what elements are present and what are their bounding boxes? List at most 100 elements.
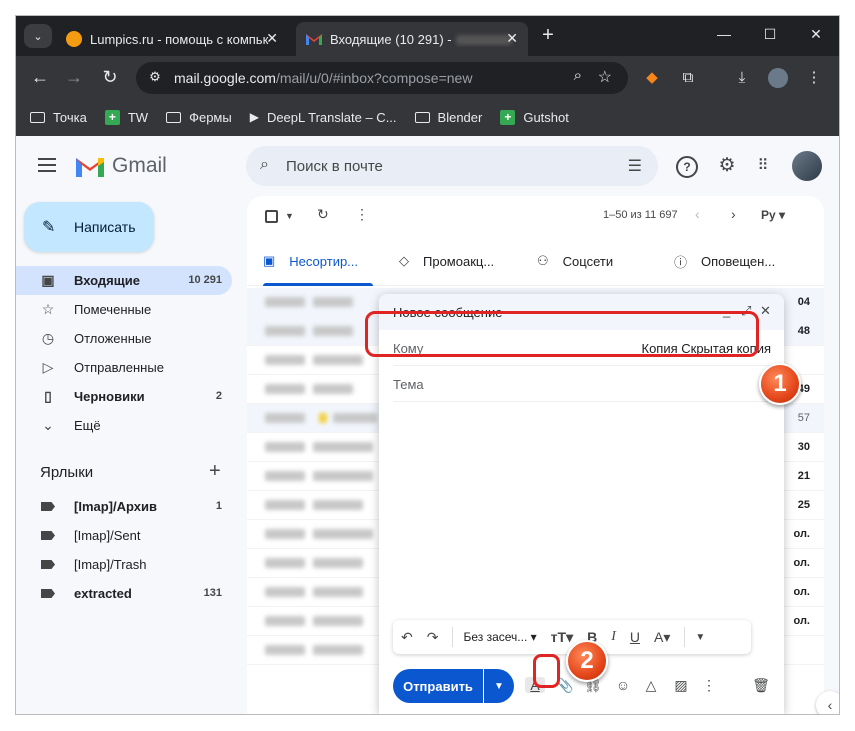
insert-photo-icon[interactable]: ▨ (671, 677, 691, 694)
metamask-icon[interactable]: ◆ (642, 68, 662, 88)
input-language-button[interactable]: Ру ▾ (761, 208, 785, 222)
prev-page-icon[interactable]: ‹ (695, 206, 700, 222)
italic-icon[interactable]: I (611, 629, 616, 645)
url-path: /mail/u/0/#inbox?compose=new (275, 70, 473, 86)
text-color-icon[interactable]: A▾ (654, 629, 670, 646)
bookmarks-bar: Точка + TW Фермы ▶ DeepL Translate – C... … (16, 98, 839, 136)
google-drive-icon[interactable]: △ (641, 677, 661, 694)
profile-avatar[interactable] (768, 68, 788, 88)
tab-updates[interactable]: ⓘ Оповещен... (674, 236, 775, 286)
more-formatting-icon[interactable]: ▼ (695, 632, 705, 643)
minimize-icon[interactable]: — (714, 26, 734, 42)
tab-title: Входящие (10 291) - (330, 31, 452, 47)
browser-toolbar: ← → ↻ ⚙ mail.google.com/mail/u/0/#inbox?… (16, 56, 839, 98)
labels-heading: Ярлыки (40, 464, 94, 481)
apps-grid-icon[interactable]: ⠿ (752, 156, 774, 178)
new-tab-icon[interactable]: + (536, 24, 560, 47)
highlight-recipients (365, 311, 759, 357)
font-select[interactable]: Без засеч... ▾ (463, 630, 536, 644)
tab-search-chevron-icon[interactable]: ⌄ (24, 24, 52, 48)
gmail-logo[interactable]: Gmail (76, 154, 167, 178)
discard-draft-icon[interactable]: 🗑 (751, 677, 771, 694)
side-panel-toggle-icon[interactable]: ‹ (816, 691, 839, 714)
reload-icon[interactable]: ↻ (98, 66, 122, 88)
maximize-icon[interactable]: ☐ (760, 26, 780, 43)
tab-lumpics[interactable]: Lumpics.ru - помощь с компьк ✕ (56, 22, 288, 56)
label-imap-trash[interactable]: [Imap]/Trash (16, 550, 232, 579)
close-compose-icon[interactable]: ✕ (760, 303, 771, 319)
list-toolbar: ▼ ↻ ⋮ 1–50 из 11 697 ‹ › Ру ▾ (247, 196, 824, 236)
bookmark-star-icon[interactable]: ☆ (598, 67, 612, 87)
menu-kebab-icon[interactable]: ⋮ (804, 68, 824, 88)
url-host: mail.google.com (174, 70, 276, 86)
subject-field[interactable]: Тема (393, 366, 771, 402)
close-tab-icon[interactable]: ✕ (506, 30, 518, 47)
search-options-icon[interactable]: ☰ (628, 156, 642, 176)
nav-starred[interactable]: ☆ Помеченные (16, 295, 232, 324)
search-input[interactable]: ⌕ Поиск в почте ☰ (246, 146, 658, 186)
clock-icon: ◷ (41, 330, 55, 346)
bookmark-deepl[interactable]: ▶ DeepL Translate – C... (250, 110, 397, 125)
tab-primary[interactable]: ▣ Несортир... (263, 236, 373, 286)
forward-icon[interactable]: → (62, 66, 86, 88)
next-page-icon[interactable]: › (731, 206, 736, 222)
add-label-icon[interactable]: + (209, 460, 221, 483)
step-badge-1: 1 (759, 363, 801, 405)
redacted-name (455, 35, 512, 46)
refresh-icon[interactable]: ↻ (317, 206, 329, 223)
font-size-icon[interactable]: тT▾ (551, 629, 573, 646)
search-icon[interactable]: ⌕ (260, 156, 269, 174)
undo-icon[interactable]: ↶ (401, 629, 413, 646)
gmail-app: Gmail ⌕ Поиск в почте ☰ ? ⚙ ⠿ ✎ Написать… (16, 136, 839, 714)
nav-more[interactable]: ⌄ Ещё (16, 411, 232, 440)
account-avatar[interactable] (792, 151, 822, 181)
label-imap-archive[interactable]: [Imap]/Архив 1 (16, 492, 232, 521)
pagination-text: 1–50 из 11 697 (603, 209, 678, 221)
bookmark-tw[interactable]: + TW (104, 109, 148, 125)
bookmark-blender[interactable]: Blender (414, 110, 482, 125)
send-button[interactable]: Отправить (393, 669, 483, 703)
emoji-icon[interactable]: ☺ (613, 677, 633, 693)
tab-promotions[interactable]: ◇ Промоакц... (399, 236, 494, 286)
back-icon[interactable]: ← (28, 66, 52, 88)
label-tag-icon (41, 531, 55, 540)
tab-gmail[interactable]: Входящие (10 291) - ✕ (296, 22, 528, 56)
close-tab-icon[interactable]: ✕ (266, 30, 278, 47)
download-icon[interactable]: ⤓ (732, 68, 752, 88)
label-imap-sent[interactable]: [Imap]/Sent (16, 521, 232, 550)
folder-icon (30, 111, 45, 123)
bookmark-tochka[interactable]: Точка (30, 110, 87, 125)
tab-social[interactable]: ⚇ Соцсети (537, 236, 613, 286)
highlight-attach (533, 654, 560, 688)
zoom-icon[interactable]: ⌕ (574, 67, 582, 84)
label-extracted[interactable]: extracted 131 (16, 579, 232, 608)
redo-icon[interactable]: ↷ (427, 629, 439, 646)
info-icon: ⓘ (674, 254, 688, 270)
nav-sent[interactable]: ▷ Отправленные (16, 353, 232, 382)
help-icon[interactable]: ? (676, 156, 698, 178)
bookmark-fermy[interactable]: Фермы (166, 110, 232, 125)
select-menu-chevron-icon[interactable]: ▼ (285, 211, 294, 221)
compose-button[interactable]: ✎ Написать (24, 202, 154, 252)
more-actions-icon[interactable]: ⋮ (355, 206, 369, 223)
nav-inbox[interactable]: ▣ Входящие 10 291 (16, 266, 232, 295)
label-tag-icon (41, 589, 55, 598)
subject-placeholder: Тема (393, 377, 424, 392)
schedule-send-chevron-icon[interactable]: ▼ (484, 669, 514, 703)
tab-bar: ⌄ Lumpics.ru - помощь с компьк ✕ Входящи… (16, 16, 839, 56)
close-window-icon[interactable]: ✕ (806, 26, 826, 43)
more-options-icon[interactable]: ⋮ (699, 677, 719, 694)
extensions-icon[interactable]: ⧉ (678, 68, 698, 88)
inbox-icon: ▣ (41, 272, 55, 288)
nav-snoozed[interactable]: ◷ Отложенные (16, 324, 232, 353)
nav-drafts[interactable]: ▯ Черновики 2 (16, 382, 232, 411)
underline-icon[interactable]: U (630, 629, 640, 645)
main-menu-icon[interactable] (38, 158, 56, 172)
select-all-checkbox[interactable] (265, 210, 278, 223)
label-tag-icon (41, 560, 55, 569)
bookmark-gutshot[interactable]: + Gutshot (500, 109, 569, 125)
address-bar[interactable]: ⚙ mail.google.com/mail/u/0/#inbox?compos… (136, 62, 628, 94)
site-info-icon[interactable]: ⚙ (146, 69, 164, 87)
settings-gear-icon[interactable]: ⚙ (716, 156, 738, 178)
step-badge-2: 2 (566, 640, 608, 682)
